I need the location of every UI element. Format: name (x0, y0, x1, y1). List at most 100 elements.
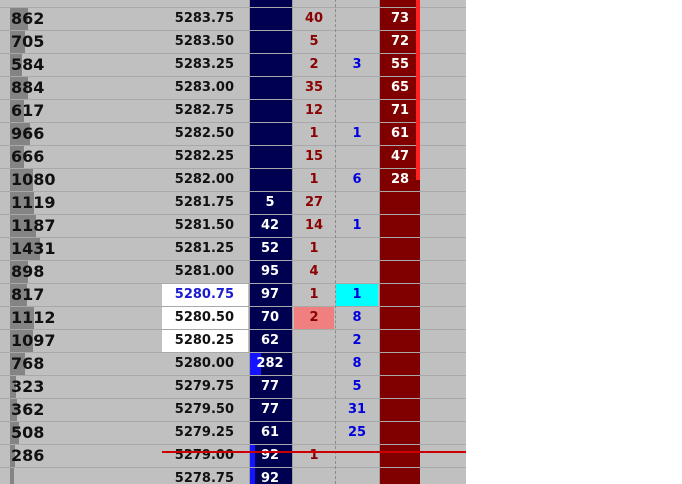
sell-volume-cell[interactable] (294, 330, 334, 352)
sell-volume-cell[interactable]: 1 (294, 123, 334, 145)
bid-cell[interactable] (250, 8, 290, 30)
ladder-row[interactable]: 362 5279.50 77 31 (0, 398, 466, 421)
ladder-row[interactable]: 584 5283.25 2 3 55 (0, 53, 466, 76)
price-cell[interactable]: 5281.50 (162, 215, 248, 237)
ask-cell[interactable] (380, 468, 420, 484)
price-cell[interactable]: 5281.75 (162, 192, 248, 214)
ladder-row[interactable]: 1431 5281.25 52 1 (0, 237, 466, 260)
sell-volume-cell[interactable] (294, 399, 334, 421)
buy-volume-cell[interactable] (336, 146, 378, 168)
bid-cell[interactable] (250, 54, 290, 76)
sell-volume-cell[interactable]: 2 (294, 307, 334, 329)
bid-cell[interactable]: 52 (250, 238, 290, 260)
price-cell[interactable]: 5283.00 (162, 77, 248, 99)
ladder-row[interactable]: 862 5283.75 40 73 (0, 7, 466, 30)
sell-volume-cell[interactable]: 14 (294, 215, 334, 237)
ask-cell[interactable] (380, 284, 420, 306)
sell-volume-cell[interactable]: 27 (294, 192, 334, 214)
ask-cell[interactable] (380, 422, 420, 444)
price-cell[interactable]: 5282.00 (162, 169, 248, 191)
ask-cell[interactable]: 55 (380, 54, 420, 76)
bid-cell[interactable]: 42 (250, 215, 290, 237)
ladder-row[interactable]: 705 5283.50 5 72 (0, 30, 466, 53)
sell-volume-cell[interactable]: 40 (294, 8, 334, 30)
ask-cell[interactable]: 65 (380, 77, 420, 99)
buy-volume-cell[interactable] (336, 100, 378, 122)
ask-cell[interactable] (380, 215, 420, 237)
ladder-row[interactable]: 1187 5281.50 42 14 1 (0, 214, 466, 237)
buy-volume-cell[interactable]: 1 (336, 215, 378, 237)
buy-volume-cell[interactable] (336, 445, 378, 467)
buy-volume-cell[interactable]: 2 (336, 330, 378, 352)
price-cell[interactable]: 5280.75 (162, 284, 248, 306)
price-cell[interactable]: 5279.75 (162, 376, 248, 398)
buy-volume-cell[interactable]: 31 (336, 399, 378, 421)
ladder-row[interactable]: 617 5282.75 12 71 (0, 99, 466, 122)
buy-volume-cell[interactable] (336, 8, 378, 30)
price-cell[interactable]: 5283.25 (162, 54, 248, 76)
ladder-row[interactable]: 666 5282.25 15 47 (0, 145, 466, 168)
ladder-row[interactable]: 508 5279.25 61 25 (0, 421, 466, 444)
buy-volume-cell[interactable]: 1 (336, 123, 378, 145)
ask-cell[interactable]: 28 (380, 169, 420, 191)
ask-cell[interactable] (380, 307, 420, 329)
ladder-row[interactable]: 898 5281.00 95 4 (0, 260, 466, 283)
bid-cell[interactable] (250, 31, 290, 53)
bid-cell[interactable] (250, 100, 290, 122)
price-cell[interactable]: 5279.50 (162, 399, 248, 421)
buy-volume-cell[interactable] (336, 192, 378, 214)
bid-cell[interactable]: 77 (250, 399, 290, 421)
bid-cell[interactable]: 77 (250, 376, 290, 398)
buy-volume-cell[interactable] (336, 261, 378, 283)
price-cell[interactable]: 5279.25 (162, 422, 248, 444)
ladder-row[interactable]: 286 5279.00 92 1 (0, 444, 466, 467)
bid-cell[interactable]: 5 (250, 192, 290, 214)
price-cell[interactable]: 5282.25 (162, 146, 248, 168)
ladder-row[interactable]: 1119 5281.75 5 27 (0, 191, 466, 214)
buy-volume-cell[interactable]: 25 (336, 422, 378, 444)
buy-volume-cell[interactable] (336, 238, 378, 260)
price-cell[interactable]: 5280.00 (162, 353, 248, 375)
bid-cell[interactable] (250, 123, 290, 145)
ladder-row[interactable]: 1080 5282.00 1 6 28 (0, 168, 466, 191)
ask-cell[interactable] (380, 399, 420, 421)
price-cell[interactable]: 5283.75 (162, 8, 248, 30)
sell-volume-cell[interactable] (294, 0, 334, 7)
ladder-row[interactable]: 817 5280.75 97 1 1 (0, 283, 466, 306)
price-cell[interactable]: 5283.50 (162, 31, 248, 53)
bid-cell[interactable] (250, 0, 290, 7)
price-cell[interactable]: 5280.25 (162, 330, 248, 352)
bid-cell[interactable]: 92 (250, 445, 290, 467)
sell-volume-cell[interactable]: 2 (294, 54, 334, 76)
buy-volume-cell[interactable]: 8 (336, 353, 378, 375)
sell-volume-cell[interactable]: 35 (294, 77, 334, 99)
ask-cell[interactable] (380, 261, 420, 283)
bid-cell[interactable] (250, 146, 290, 168)
bid-cell[interactable]: 62 (250, 330, 290, 352)
price-cell[interactable]: 5280.50 (162, 307, 248, 329)
sell-volume-cell[interactable]: 15 (294, 146, 334, 168)
ladder-row[interactable]: 1112 5280.50 70 2 8 (0, 306, 466, 329)
sell-volume-cell[interactable]: 1 (294, 284, 334, 306)
sell-volume-cell[interactable] (294, 422, 334, 444)
buy-volume-cell[interactable]: 6 (336, 169, 378, 191)
ladder-row[interactable]: 884 5283.00 35 65 (0, 76, 466, 99)
bid-cell[interactable] (250, 77, 290, 99)
buy-volume-cell[interactable]: 8 (336, 307, 378, 329)
bid-cell[interactable] (250, 169, 290, 191)
ask-cell[interactable]: 73 (380, 8, 420, 30)
price-cell[interactable]: 5282.75 (162, 100, 248, 122)
bid-cell[interactable]: 97 (250, 284, 290, 306)
sell-volume-cell[interactable] (294, 468, 334, 484)
price-cell[interactable]: 5279.00 (162, 445, 248, 467)
price-cell[interactable]: 5281.00 (162, 261, 248, 283)
ask-cell[interactable]: 73 (380, 0, 420, 7)
sell-volume-cell[interactable]: 12 (294, 100, 334, 122)
buy-volume-cell[interactable] (336, 77, 378, 99)
price-cell[interactable]: 5282.50 (162, 123, 248, 145)
sell-volume-cell[interactable] (294, 376, 334, 398)
bid-cell[interactable]: 282 (250, 353, 290, 375)
sell-volume-cell[interactable]: 5 (294, 31, 334, 53)
price-cell[interactable] (162, 0, 248, 7)
ask-cell[interactable]: 61 (380, 123, 420, 145)
